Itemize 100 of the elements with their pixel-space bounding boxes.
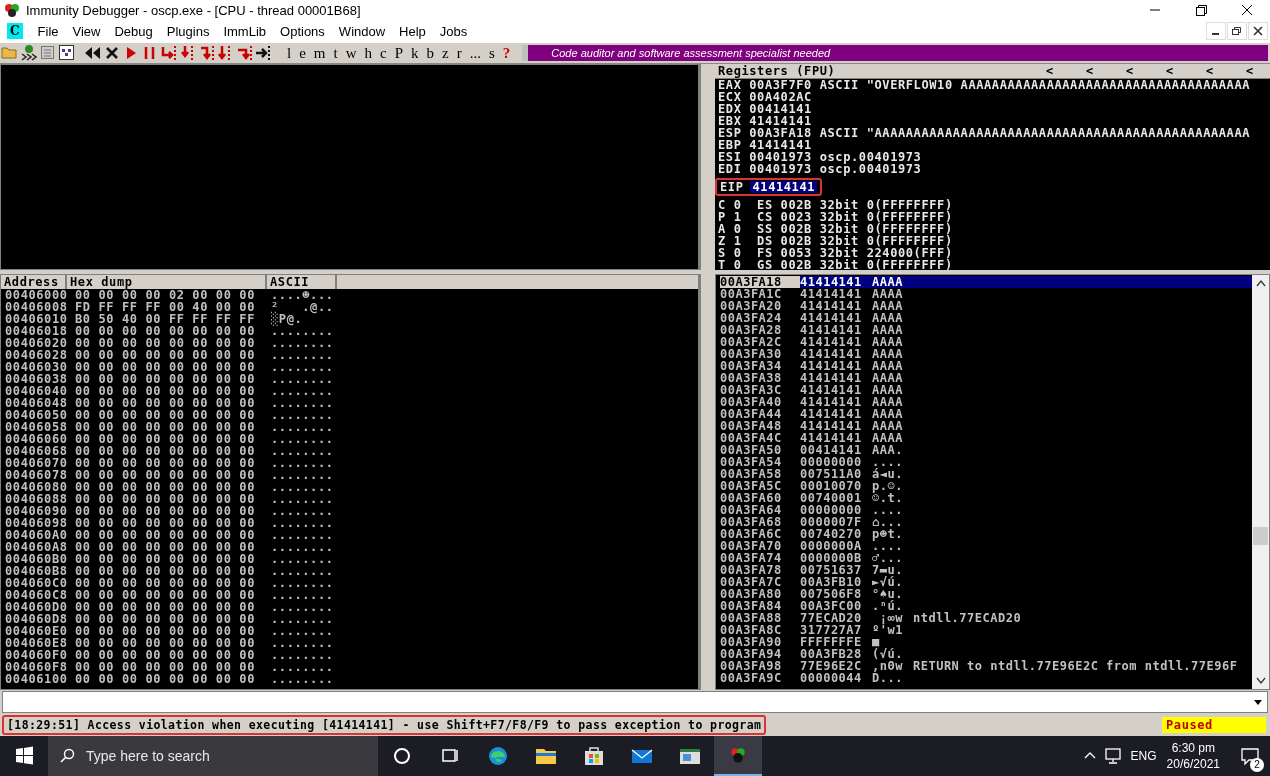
stack-row[interactable]: 00A3FA44 41414141 AAAA — [720, 408, 1252, 420]
stack-row[interactable]: 00A3FA38 41414141 AAAA — [720, 372, 1252, 384]
stack-row[interactable]: 00A3FA88 77ECAD20 ¡∞w ntdll.77ECAD20 — [720, 612, 1252, 624]
toolbar-button[interactable]: e — [295, 44, 310, 62]
menu-item[interactable]: File — [30, 23, 66, 39]
toolbar-button[interactable]: h — [360, 44, 377, 62]
stack-row[interactable]: 00A3FA78 00751637 7▬u. — [720, 564, 1252, 576]
menu-item[interactable]: Debug — [107, 23, 160, 39]
menu-item[interactable]: View — [65, 23, 108, 39]
column-header[interactable]: ASCII — [267, 275, 337, 289]
stack-row[interactable]: 00A3FA50 00414141 AAA. — [720, 444, 1252, 456]
dump-hex: 00 00 00 00 00 00 00 00 — [75, 385, 256, 397]
app-menu-icon[interactable]: C — [7, 23, 23, 39]
menu-item[interactable]: Help — [392, 23, 433, 39]
step-arrow-icon[interactable] — [179, 44, 196, 62]
ad-banner[interactable]: Code auditor and software assessment specialist needed — [522, 45, 1268, 61]
stack-row[interactable]: 00A3FA1C 41414141 AAAA — [720, 288, 1252, 300]
command-input[interactable] — [2, 691, 1268, 713]
minimize-icon[interactable] — [1206, 22, 1226, 40]
clock-date[interactable]: 20/6/2021 — [1166, 756, 1220, 772]
dump-hex: 00 00 00 00 02 00 00 00 — [75, 289, 256, 301]
arrow-button[interactable]: < — [1070, 64, 1110, 78]
close-icon[interactable] — [1248, 22, 1268, 40]
stack-row[interactable]: 00A3FA18 41414141 AAAA — [720, 276, 1252, 288]
toolbar-button[interactable]: s — [484, 44, 499, 62]
arrow-button[interactable]: < — [1030, 64, 1070, 78]
scroll-down-icon[interactable] — [1255, 677, 1266, 685]
stack-row[interactable]: 00A3FA34 41414141 AAAA — [720, 360, 1252, 372]
menu-item[interactable]: Jobs — [432, 23, 475, 39]
menu-item[interactable]: Plugins — [159, 23, 217, 39]
dump-hex: 00 00 00 00 00 00 00 00 — [75, 649, 256, 661]
dump-address: 004060E8 — [5, 637, 69, 649]
scrollbar-thumb[interactable] — [1253, 527, 1268, 545]
toolbar-button[interactable]: z — [438, 44, 453, 62]
stack-row[interactable]: 00A3FA58 007511A0 á◄u. — [720, 468, 1252, 480]
column-header[interactable]: Address — [1, 275, 67, 289]
app-logo-icon[interactable] — [714, 736, 762, 776]
stack-row[interactable]: 00A3FA54 00000000 .... — [720, 456, 1252, 468]
step-arrow-icon[interactable] — [198, 44, 215, 62]
stack-row[interactable]: 00A3FA20 41414141 AAAA — [720, 300, 1252, 312]
stack-row[interactable]: 00A3FA2C 41414141 AAAA — [720, 336, 1252, 348]
stack-row[interactable]: 00A3FA74 0000000B ♂... — [720, 552, 1252, 564]
step-arrow-icon[interactable] — [160, 44, 177, 62]
stack-row[interactable]: 00A3FA98 77E96E2C ,nΘw RETURN to ntdll.77E96E2C from ntdll.77E96F — [720, 660, 1252, 672]
arrow-icon[interactable] — [255, 44, 272, 62]
stack-row[interactable]: 00A3FA90 FFFFFFFE ■ — [720, 636, 1252, 648]
arrow-button[interactable]: < — [1110, 64, 1150, 78]
stack-row[interactable]: 00A3FA9C 00000044 D... — [720, 672, 1252, 684]
stack-row[interactable]: 00A3FA68 0000007F ⌂... — [720, 516, 1252, 528]
stack-value: 317727A7 — [800, 624, 863, 636]
register-value[interactable]: 41414141 — [750, 181, 818, 193]
arrow-button[interactable]: < — [1150, 64, 1190, 78]
menu-item[interactable]: Window — [331, 23, 393, 39]
stack-address: 00A3FA7C — [720, 576, 783, 588]
toolbar-button[interactable]: r — [452, 44, 466, 62]
notification-icon[interactable] — [1240, 746, 1260, 766]
stack-row[interactable]: 00A3FA3C 41414141 AAAA — [720, 384, 1252, 396]
menu-item[interactable]: Options — [273, 23, 332, 39]
stack-row[interactable]: 00A3FA94 00A3FB28 (√ú. — [720, 648, 1252, 660]
toolbar-button[interactable]: c — [376, 44, 391, 62]
search-field[interactable]: Type here to search — [48, 736, 378, 776]
restore-icon[interactable] — [1227, 22, 1247, 40]
language-indicator[interactable]: ENG — [1130, 749, 1157, 763]
stack-row[interactable]: 00A3FA84 00A3FC00 .ⁿú. — [720, 600, 1252, 612]
stack-row[interactable]: 00A3FA60 00740001 ☺.t. — [720, 492, 1252, 504]
menu-item[interactable]: ImmLib — [216, 23, 274, 39]
stack-row[interactable]: 00A3FA8C 317727A7 º'w1 — [720, 624, 1252, 636]
toolbar-button[interactable]: l — [283, 44, 296, 62]
rewind-icon[interactable] — [84, 44, 101, 62]
stack-row[interactable]: 00A3FA7C 00A3FB10 ►√ú. — [720, 576, 1252, 588]
stack-row[interactable]: 00A3FA6C 00740270 p☻t. — [720, 528, 1252, 540]
stack-row[interactable]: 00A3FA40 41414141 AAAA — [720, 396, 1252, 408]
grid-icon[interactable] — [58, 44, 75, 62]
toolbar-button[interactable]: b — [422, 44, 439, 62]
toolbar-button[interactable]: k — [407, 44, 423, 62]
arrow-button[interactable]: < — [1190, 64, 1230, 78]
dropdown-icon[interactable] — [1253, 698, 1263, 706]
stack-row[interactable]: 00A3FA24 41414141 AAAA — [720, 312, 1252, 324]
stack-row[interactable]: 00A3FA5C 00010070 p.☺. — [720, 480, 1252, 492]
toolbar-button[interactable]: w — [341, 44, 361, 62]
stack-row[interactable]: 00A3FA30 41414141 AAAA — [720, 348, 1252, 360]
clock-time[interactable]: 6:30 pm — [1171, 740, 1215, 756]
step-arrow-icon[interactable] — [236, 44, 253, 62]
column-header[interactable]: Hex dump — [67, 275, 267, 289]
stack-row[interactable]: 00A3FA28 41414141 AAAA — [720, 324, 1252, 336]
scroll-up-icon[interactable] — [1255, 279, 1266, 287]
scrollbar[interactable] — [1252, 275, 1269, 689]
stack-row[interactable]: 00A3FA64 00000000 .... — [720, 504, 1252, 516]
arrows-icon[interactable] — [20, 44, 37, 62]
stack-row[interactable]: 00A3FA48 41414141 AAAA — [720, 420, 1252, 432]
stack-row[interactable]: 00A3FA70 0000000A .... — [720, 540, 1252, 552]
stack-row[interactable]: 00A3FA4C 41414141 AAAA — [720, 432, 1252, 444]
toolbar-button[interactable]: t — [329, 44, 342, 62]
toolbar-button[interactable]: ? — [498, 44, 515, 62]
arrow-button[interactable]: < — [1230, 64, 1270, 78]
toolbar-button[interactable]: m — [309, 44, 330, 62]
dump-ascii: ........ — [271, 661, 334, 673]
stack-row[interactable]: 00A3FA80 007506F8 °♠u. — [720, 588, 1252, 600]
toolbar-button[interactable]: ... — [465, 44, 485, 62]
toolbar-button[interactable]: P — [390, 44, 408, 62]
